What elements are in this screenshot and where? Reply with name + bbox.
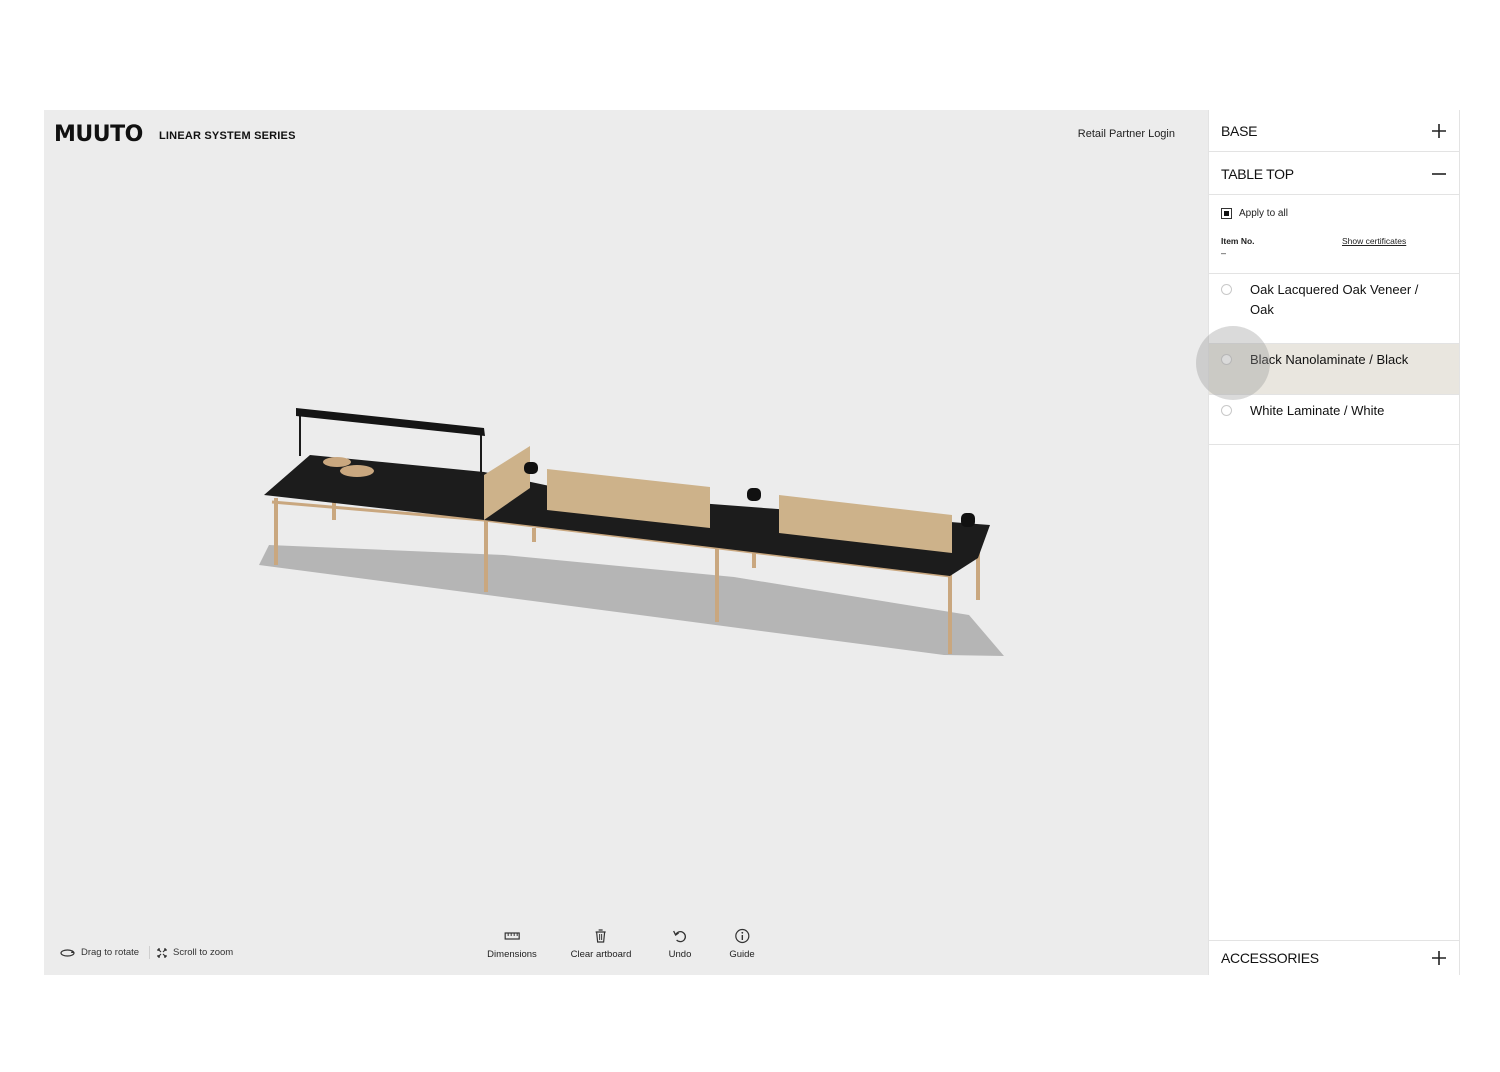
series-title: LINEAR SYSTEM SERIES [159, 130, 296, 142]
radio-button[interactable] [1221, 284, 1232, 295]
undo-label: Undo [668, 949, 692, 960]
undo-icon [673, 930, 687, 943]
retail-partner-login-link[interactable]: Retail Partner Login [1078, 128, 1175, 140]
dimensions-button[interactable]: Dimensions [487, 928, 537, 960]
option-label: Black Nanolaminate / Black [1250, 352, 1409, 367]
table-top-section-title: TABLE TOP [1221, 165, 1294, 182]
3d-viewer[interactable]: MUUTO LINEAR SYSTEM SERIES Retail Partne… [44, 110, 1208, 975]
accessories-section-title: ACCESSORIES [1221, 950, 1319, 966]
option-white-laminate[interactable]: White Laminate / White [1209, 395, 1459, 445]
wood-tray [340, 465, 374, 477]
option-label: Oak Lacquered Oak Veneer / Oak [1250, 282, 1419, 317]
option-oak-lacquered[interactable]: Oak Lacquered Oak Veneer / Oak [1209, 274, 1459, 344]
accessories-section-header[interactable]: ACCESSORIES [1209, 940, 1459, 975]
configurator-app: MUUTO LINEAR SYSTEM SERIES Retail Partne… [44, 110, 1460, 975]
zoom-icon [157, 947, 167, 958]
rotate-icon [60, 948, 75, 957]
radio-button[interactable] [1221, 354, 1232, 365]
plus-icon[interactable] [1431, 123, 1447, 139]
rotate-hint: Drag to rotate [60, 947, 139, 958]
checkbox-checked-icon [1221, 208, 1232, 219]
item-number-label: Item No. [1221, 236, 1255, 246]
option-black-nanolaminate[interactable]: Black Nanolaminate / Black [1209, 344, 1459, 395]
minus-icon[interactable] [1431, 166, 1447, 182]
muuto-logo[interactable]: MUUTO [54, 122, 143, 147]
rotate-hint-label: Drag to rotate [81, 947, 140, 958]
info-icon [734, 928, 750, 944]
zoom-hint: Scroll to zoom [157, 947, 233, 958]
zoom-hint-label: Scroll to zoom [173, 947, 234, 958]
table-top-section-header[interactable]: TABLE TOP [1209, 153, 1459, 195]
base-section-header[interactable]: BASE [1209, 110, 1459, 152]
clear-artboard-label: Clear artboard [570, 949, 632, 960]
clear-artboard-button[interactable]: Clear artboard [570, 928, 632, 960]
guide-label: Guide [729, 949, 755, 960]
guide-button[interactable]: Guide [729, 928, 755, 960]
trash-icon [595, 929, 606, 943]
ruler-icon [504, 932, 520, 940]
apply-to-all-checkbox[interactable]: Apply to all [1221, 208, 1288, 219]
show-certificates-link[interactable]: Show certificates [1342, 236, 1406, 246]
plus-icon[interactable] [1431, 950, 1447, 966]
configuration-panel: BASE TABLE TOP Apply to all Item No. – S… [1208, 110, 1460, 975]
item-number-value: – [1221, 248, 1227, 258]
apply-to-all-label: Apply to all [1239, 208, 1288, 219]
dimensions-label: Dimensions [487, 949, 537, 960]
undo-button[interactable]: Undo [668, 928, 692, 960]
base-section-title: BASE [1221, 122, 1258, 139]
radio-button[interactable] [1221, 405, 1232, 416]
wood-tray [323, 457, 351, 467]
hint-divider [149, 946, 150, 959]
option-label: White Laminate / White [1250, 403, 1385, 418]
desk-3d-model[interactable] [44, 110, 1208, 975]
